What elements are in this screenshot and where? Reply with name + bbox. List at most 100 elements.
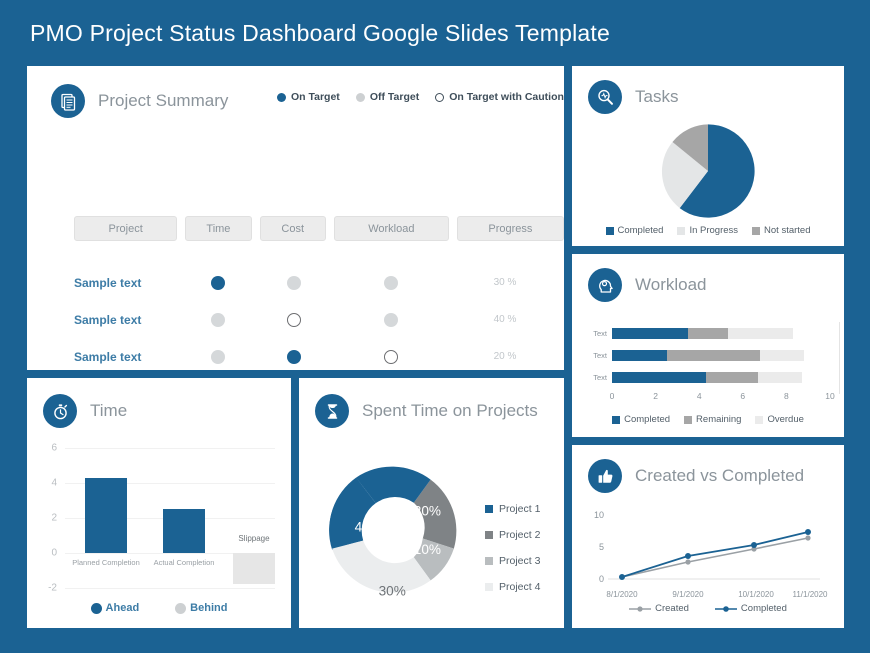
legend-label: Project 1 <box>499 503 541 515</box>
legend-label: On Target <box>291 91 340 103</box>
bar-segment-completed <box>612 327 689 339</box>
status-cell-time <box>180 349 256 364</box>
x-tick-label: 6 <box>740 391 746 401</box>
bar-segment-overdue <box>727 327 793 339</box>
panel-title: Tasks <box>635 87 679 106</box>
legend-label: In Progress <box>689 225 739 236</box>
tasks-pie-chart <box>572 118 844 224</box>
row-label: Sample text <box>74 275 142 290</box>
status-cell-cost <box>256 275 332 290</box>
legend-label: Project 3 <box>499 555 541 567</box>
legend-swatch-icon <box>677 226 686 235</box>
gridline <box>65 588 275 589</box>
column-header-project[interactable]: Project <box>74 216 178 241</box>
tasks-panel: Tasks Completed In Progress Not started <box>572 66 844 246</box>
status-cell-time <box>180 312 256 327</box>
bar-segment-completed <box>612 349 667 361</box>
spent-donut-chart: 40% 20% 10% 30% <box>313 450 473 615</box>
legend-item-overdue: Overdue <box>755 414 804 425</box>
markers-completed <box>619 529 811 580</box>
x-tick-label: 10/1/2020 <box>738 590 774 599</box>
x-tick-label: 2 <box>653 391 658 401</box>
legend-swatch-icon <box>752 226 761 235</box>
bar-segment-remaining <box>705 371 759 383</box>
stopwatch-icon <box>43 394 77 428</box>
spent-legend: Project 1 Project 2 Project 3 Project 4 <box>485 496 540 600</box>
legend-label: Completed <box>740 603 787 614</box>
status-cell-workload <box>332 312 450 327</box>
legend-on-target: On Target <box>277 91 340 103</box>
legend-on-target-caution: On Target with Caution <box>435 91 564 103</box>
x-axis: 0 2 4 6 8 10 <box>609 391 835 405</box>
legend-dot-icon <box>355 92 365 102</box>
legend-swatch-icon <box>485 583 493 591</box>
legend-line-icon <box>629 605 652 612</box>
status-cell-cost <box>256 312 332 327</box>
donut-label-project-3: 10% <box>414 542 441 557</box>
legend-label: Not started <box>764 225 811 236</box>
bar-planned-completion <box>85 478 127 553</box>
status-legend: On Target Off Target On Target with Caut… <box>277 91 564 103</box>
panel-title: Workload <box>635 275 707 294</box>
bar-datalabel-slippage: Slippage <box>238 534 270 543</box>
legend-label: Completed <box>624 414 671 425</box>
table-row: Sample text 40 % <box>74 301 564 338</box>
legend-label: Project 2 <box>499 529 541 541</box>
legend-dot-icon <box>277 92 286 102</box>
column-header-workload[interactable]: Workload <box>333 216 449 241</box>
y-tick-label: 0 <box>598 574 604 584</box>
x-tick-label: Planned Completion <box>72 558 140 567</box>
bar-actual-completion <box>163 509 205 553</box>
legend-swatch-icon <box>612 415 621 424</box>
legend-swatch-icon <box>485 505 493 513</box>
x-tick-label: 11/1/2020 <box>792 590 828 599</box>
status-cell-cost <box>256 349 332 364</box>
panel-title: Time <box>90 401 128 420</box>
x-tick-label: 4 <box>696 391 702 401</box>
legend-swatch-icon <box>485 557 493 565</box>
legend-dot-icon <box>175 602 187 614</box>
legend-item-project-4: Project 4 <box>485 574 540 600</box>
document-icon <box>51 84 85 118</box>
x-tick-label: 8 <box>784 391 789 401</box>
table-column-headers: Project Time Cost Workload Progress <box>74 216 564 241</box>
progress-value: 30 % <box>493 277 517 288</box>
legend-swatch-icon <box>485 531 493 539</box>
legend-item-project-2: Project 2 <box>485 522 540 548</box>
bar-segment-overdue <box>758 371 802 383</box>
line-series-created <box>621 537 809 578</box>
panel-header: Created vs Completed <box>588 459 804 493</box>
row-label: Sample text <box>74 349 142 364</box>
legend-label: Remaining <box>696 414 742 425</box>
thumbs-up-icon <box>588 459 622 493</box>
legend-line-icon <box>714 605 737 612</box>
status-cell-workload <box>332 275 450 290</box>
legend-label: Project 4 <box>499 581 541 593</box>
workload-panel: Workload Text Text Text 0 2 4 6 8 10 Com… <box>572 254 844 437</box>
legend-label: On Target with Caution <box>449 91 564 103</box>
legend-off-target: Off Target <box>355 91 420 103</box>
bar-segment-completed <box>612 371 706 383</box>
table-row: Sample text 30 % <box>74 264 564 301</box>
legend-label: Created <box>655 603 689 614</box>
legend-label: Completed <box>617 225 664 236</box>
panel-title: Project Summary <box>98 91 229 110</box>
column-header-time[interactable]: Time <box>185 216 252 241</box>
legend-item-project-3: Project 3 <box>485 548 540 574</box>
time-legend: Ahead Behind <box>27 602 291 614</box>
bar-track <box>612 327 830 339</box>
x-tick-label: 10 <box>825 391 835 401</box>
panel-header: Workload <box>588 268 707 302</box>
legend-label: Off Target <box>369 91 420 103</box>
column-header-cost[interactable]: Cost <box>259 216 326 241</box>
y-tick-label: 10 <box>593 510 604 520</box>
bar-track <box>612 371 830 383</box>
bar-row: Text <box>586 322 830 344</box>
x-tick-label: 0 <box>609 391 615 401</box>
column-header-progress[interactable]: Progress <box>456 216 564 241</box>
status-cell-time <box>180 275 256 290</box>
legend-swatch-icon <box>755 415 764 424</box>
created-line-chart: 0 5 10 8/1/2020 9/1/2020 10/1/2020 11/1/… <box>586 507 832 599</box>
panel-header: Time <box>43 394 127 428</box>
y-tick-label: 5 <box>598 542 604 552</box>
